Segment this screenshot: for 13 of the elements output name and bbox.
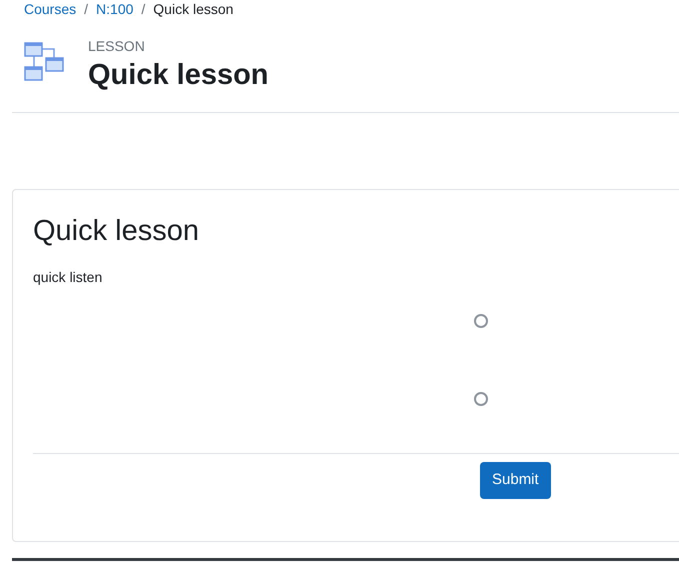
breadcrumb-current: Quick lesson (153, 0, 234, 18)
radio-button[interactable] (474, 314, 488, 328)
breadcrumb-link[interactable]: N:100 (96, 0, 134, 18)
page-title: Quick lesson (88, 58, 269, 92)
submit-button[interactable]: Submit (480, 462, 551, 499)
breadcrumb-separator: / (141, 0, 146, 18)
breadcrumb-separator: / (84, 0, 88, 18)
breadcrumb-link[interactable]: Courses (24, 0, 76, 18)
lesson-icon (24, 42, 64, 82)
lesson-text: quick listen (33, 268, 104, 287)
activity-type-label: LESSON (88, 38, 146, 54)
radio-button[interactable] (474, 392, 488, 406)
card-title: Quick lesson (33, 214, 200, 248)
